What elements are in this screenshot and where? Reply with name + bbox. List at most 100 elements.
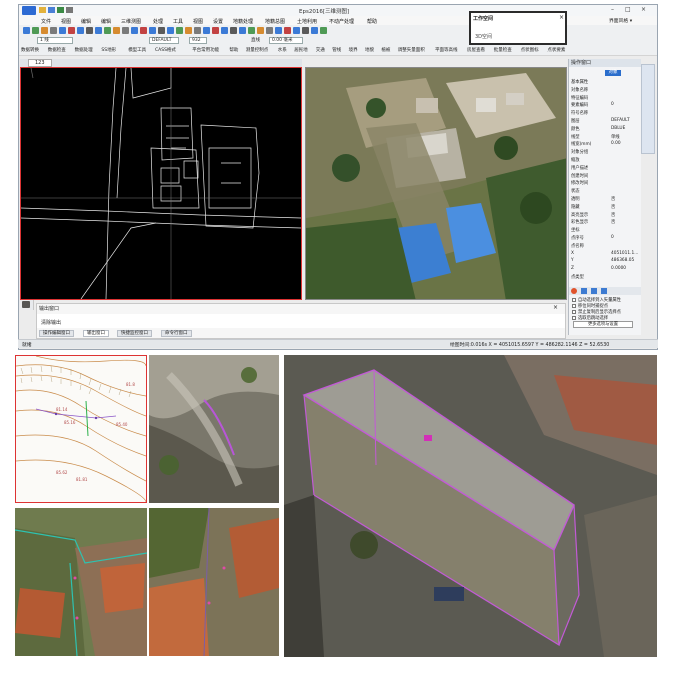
property-value[interactable]: DEFAULT xyxy=(611,118,630,123)
function-toolbar-item[interactable]: 水系 xyxy=(278,47,287,53)
toolbar-button-icon[interactable] xyxy=(32,26,39,34)
workspace-popup-close-icon[interactable]: × xyxy=(559,14,564,21)
output-close-icon[interactable]: × xyxy=(553,304,558,311)
function-toolbar-item[interactable]: 地貌 xyxy=(365,47,374,53)
toolbar-button-icon[interactable] xyxy=(293,26,300,34)
app-logo-icon[interactable] xyxy=(22,6,36,15)
style-switch-link[interactable]: 界面风格 ▾ xyxy=(609,17,632,24)
print-icon[interactable] xyxy=(66,7,73,13)
property-value[interactable]: 单线 xyxy=(611,134,620,140)
toolbar-button-icon[interactable] xyxy=(284,26,291,34)
toolbar-button-icon[interactable] xyxy=(176,26,183,34)
settings-icon[interactable] xyxy=(601,288,607,294)
default-layer-select[interactable]: DEFAULT xyxy=(149,36,179,44)
refresh-icon[interactable] xyxy=(581,288,587,294)
toolbar-button-icon[interactable] xyxy=(248,26,255,34)
property-value[interactable]: 否 xyxy=(611,196,615,202)
toolbar-button-icon[interactable] xyxy=(95,26,102,34)
option-checkbox[interactable] xyxy=(572,303,576,308)
function-toolbar-item[interactable]: SS地形 xyxy=(101,47,116,53)
option-checkbox[interactable] xyxy=(572,297,576,302)
menu-item[interactable]: 视图 xyxy=(61,18,71,25)
menu-item[interactable]: 设置 xyxy=(213,18,223,25)
stop-icon[interactable] xyxy=(571,288,577,294)
toolbar-button-icon[interactable] xyxy=(158,26,165,34)
function-toolbar-item[interactable]: CASS格式 xyxy=(155,47,176,53)
toolbar-button-icon[interactable] xyxy=(104,26,111,34)
toolbar-button-icon[interactable] xyxy=(23,26,30,34)
function-toolbar-item[interactable]: 交通 xyxy=(316,47,325,53)
output-tab[interactable]: 操作编辑窗口 xyxy=(39,330,74,337)
workspace-item-3d[interactable]: 3D空间 xyxy=(475,33,492,40)
toolbar-button-icon[interactable] xyxy=(122,26,129,34)
toolbar-button-icon[interactable] xyxy=(41,26,48,34)
menu-item[interactable]: 编辑 xyxy=(81,18,91,25)
menu-item[interactable]: 土地利用 xyxy=(297,18,317,25)
function-toolbar-item[interactable]: 平台常用功能 xyxy=(192,47,219,53)
property-value[interactable]: 0.0000 xyxy=(611,266,626,271)
function-toolbar-item[interactable]: 数据转换 xyxy=(21,47,39,53)
oblique-3d-view[interactable] xyxy=(305,67,567,300)
scale-select[interactable]: 932 xyxy=(189,36,207,44)
option-checkbox[interactable] xyxy=(572,315,576,320)
function-toolbar-item[interactable]: 调整矢量面积 xyxy=(398,47,425,53)
function-toolbar-item[interactable]: 数据检查 xyxy=(48,47,66,53)
toolbar-button-icon[interactable] xyxy=(320,26,327,34)
output-tab[interactable]: 快捷监控窗口 xyxy=(117,330,152,337)
right-dock-tabs[interactable] xyxy=(641,64,655,154)
toolbar-button-icon[interactable] xyxy=(257,26,264,34)
toolbar-button-icon[interactable] xyxy=(221,26,228,34)
toolbar-button-icon[interactable] xyxy=(239,26,246,34)
function-toolbar-item[interactable]: 数据处理 xyxy=(75,47,93,53)
property-value[interactable]: 0 xyxy=(611,235,614,240)
toolbar-button-icon[interactable] xyxy=(203,26,210,34)
menu-item[interactable]: 三维测图 xyxy=(121,18,141,25)
toolbar-button-icon[interactable] xyxy=(275,26,282,34)
line-type-label[interactable]: 直线 xyxy=(251,37,260,43)
output-text-area[interactable]: 清除输出 xyxy=(37,314,565,328)
function-toolbar-item[interactable]: 平面等高线 xyxy=(435,47,458,53)
function-toolbar-item[interactable]: 管线 xyxy=(332,47,341,53)
toolbar-button-icon[interactable] xyxy=(86,26,93,34)
toolbar-button-icon[interactable] xyxy=(131,26,138,34)
line-width-select[interactable]: 0.00 毫米 xyxy=(269,36,303,44)
menu-item[interactable]: 处理 xyxy=(153,18,163,25)
cad-2d-view[interactable] xyxy=(20,67,302,300)
object-tab[interactable]: 对象 xyxy=(605,70,621,76)
toolbar-button-icon[interactable] xyxy=(266,26,273,34)
property-value[interactable]: 0 xyxy=(611,102,614,107)
close-icon[interactable]: × xyxy=(641,6,646,13)
function-toolbar-item[interactable]: 模型工具 xyxy=(128,47,146,53)
toolbar-button-icon[interactable] xyxy=(194,26,201,34)
toolbar-button-icon[interactable] xyxy=(140,26,147,34)
toolbar-button-icon[interactable] xyxy=(59,26,66,34)
menu-item[interactable]: 工具 xyxy=(173,18,183,25)
menu-item[interactable]: 帮助 xyxy=(367,18,377,25)
save-icon[interactable] xyxy=(57,7,64,13)
output-tab[interactable]: 输出窗口 xyxy=(83,330,109,337)
toolbar-button-icon[interactable] xyxy=(302,26,309,34)
function-toolbar-item[interactable]: 植被 xyxy=(381,47,390,53)
option-checkbox[interactable] xyxy=(572,309,576,314)
toolbar-button-icon[interactable] xyxy=(113,26,120,34)
toolbar-button-icon[interactable] xyxy=(77,26,84,34)
output-tab[interactable]: 命令行窗口 xyxy=(161,330,192,337)
menu-item[interactable]: 文件 xyxy=(41,18,51,25)
function-toolbar-item[interactable]: 测量控制点 xyxy=(246,47,269,53)
property-value[interactable]: 否 xyxy=(611,219,615,225)
function-toolbar-item[interactable]: 房屋查看 xyxy=(467,47,485,53)
toolbar-button-icon[interactable] xyxy=(68,26,75,34)
drawing-tool-icon[interactable] xyxy=(22,301,30,308)
menu-item[interactable]: 地籍总图 xyxy=(265,18,285,25)
layer-select[interactable]: 1 线 xyxy=(37,36,73,44)
property-value[interactable]: 否 xyxy=(611,212,615,218)
property-value[interactable]: 0.00 xyxy=(611,141,621,146)
toolbar-button-icon[interactable] xyxy=(230,26,237,34)
function-toolbar-item[interactable]: 点状图标 xyxy=(521,47,539,53)
filter-icon[interactable] xyxy=(591,288,597,294)
function-toolbar-item[interactable]: 点状要素 xyxy=(547,47,565,53)
menu-item[interactable]: 视图 xyxy=(193,18,203,25)
open-file-icon[interactable] xyxy=(48,7,55,13)
function-toolbar-item[interactable]: 居民地 xyxy=(294,47,308,53)
toolbar-button-icon[interactable] xyxy=(149,26,156,34)
